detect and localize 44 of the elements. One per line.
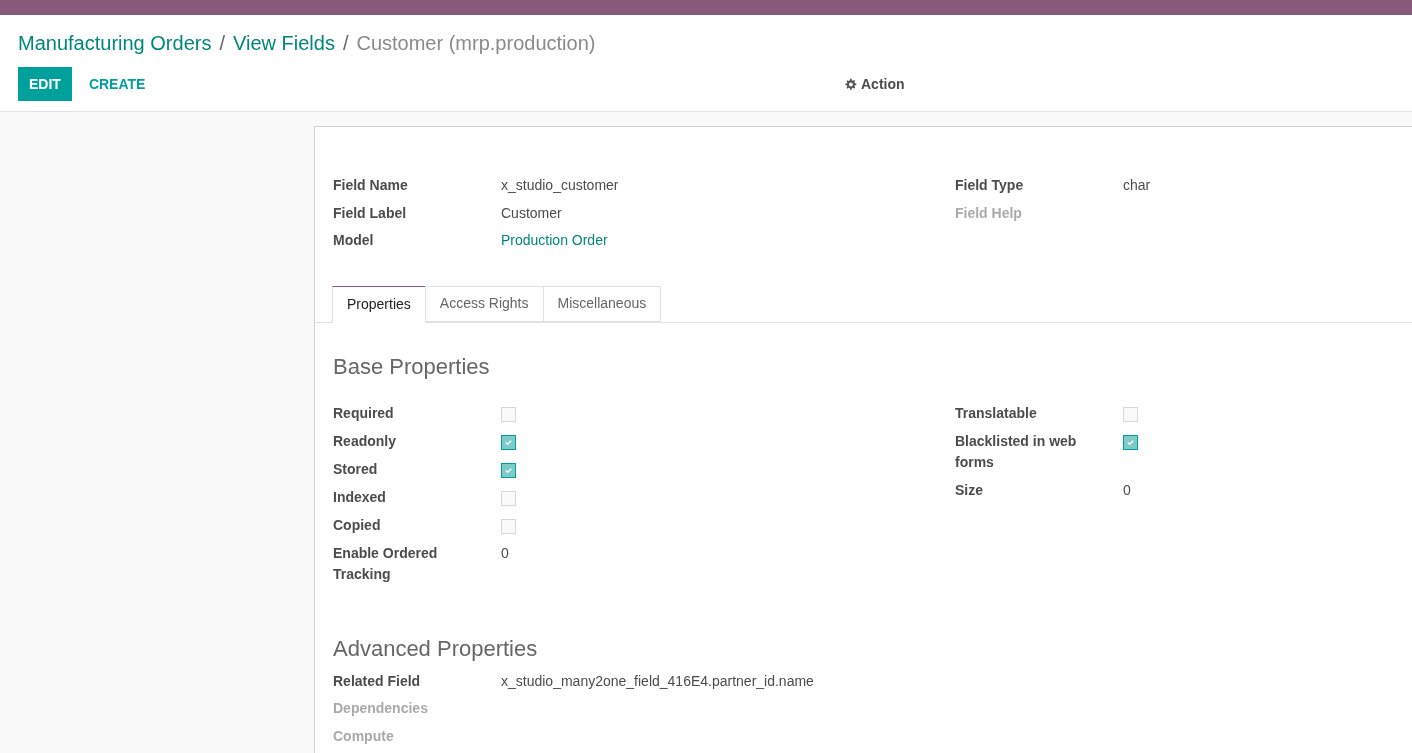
section-title: Base Properties — [333, 352, 491, 381]
field-label: Required — [333, 403, 395, 423]
field-value: 0 — [1123, 480, 1131, 500]
field-label: Stored — [333, 459, 379, 479]
checkmark-icon — [504, 465, 513, 475]
gear-icon — [844, 77, 857, 91]
field-label: Field Name — [333, 176, 409, 195]
field-label: Readonly — [333, 431, 397, 451]
breadcrumb[interactable]: Manufacturing Orders — [18, 28, 212, 58]
field-link[interactable]: Production Order — [501, 230, 608, 251]
field-value: x_studio_customer — [501, 176, 619, 195]
field-label: Field Help — [955, 203, 1023, 223]
tab[interactable]: Miscellaneous — [542, 285, 662, 322]
field-label: Copied — [333, 515, 382, 535]
breadcrumb-separator: / — [219, 31, 225, 56]
create-button[interactable]: CREATE — [73, 67, 161, 101]
field-label: Dependencies — [333, 699, 429, 718]
breadcrumb[interactable]: View Fields — [233, 28, 335, 58]
field-label: Model — [333, 231, 375, 250]
tab[interactable]: Access Rights — [424, 285, 544, 322]
section-title: Advanced Properties — [333, 634, 539, 663]
field-label: Field Type — [955, 176, 1025, 195]
breadcrumb-separator: / — [342, 31, 349, 56]
action-menu[interactable]: Action — [844, 73, 905, 95]
field-value: x_studio_many2one_field_416E4.partner_id.name — [501, 671, 814, 691]
checkbox[interactable] — [501, 462, 516, 478]
field-value: char — [1123, 176, 1151, 195]
field-label: Translatable — [955, 403, 1038, 423]
checkmark-icon — [504, 437, 513, 447]
field-label: Field Label — [333, 203, 408, 223]
edit-button[interactable]: EDIT — [18, 67, 72, 101]
field-label: Related Field — [333, 671, 422, 691]
checkbox[interactable] — [1123, 434, 1138, 450]
tab[interactable]: Properties — [332, 285, 426, 323]
field-label: Enable Ordered Tracking — [333, 543, 439, 584]
field-label: Indexed — [333, 487, 387, 507]
field-label: Compute — [333, 726, 395, 746]
field-label: Size — [955, 480, 984, 500]
field-label: Blacklisted in web forms — [955, 431, 1077, 472]
field-value: 0 — [501, 543, 509, 563]
checkmark-icon — [1126, 437, 1135, 447]
field-value: Customer — [501, 203, 562, 223]
checkbox[interactable] — [501, 434, 516, 450]
breadcrumb: Customer (mrp.production) — [356, 31, 596, 56]
